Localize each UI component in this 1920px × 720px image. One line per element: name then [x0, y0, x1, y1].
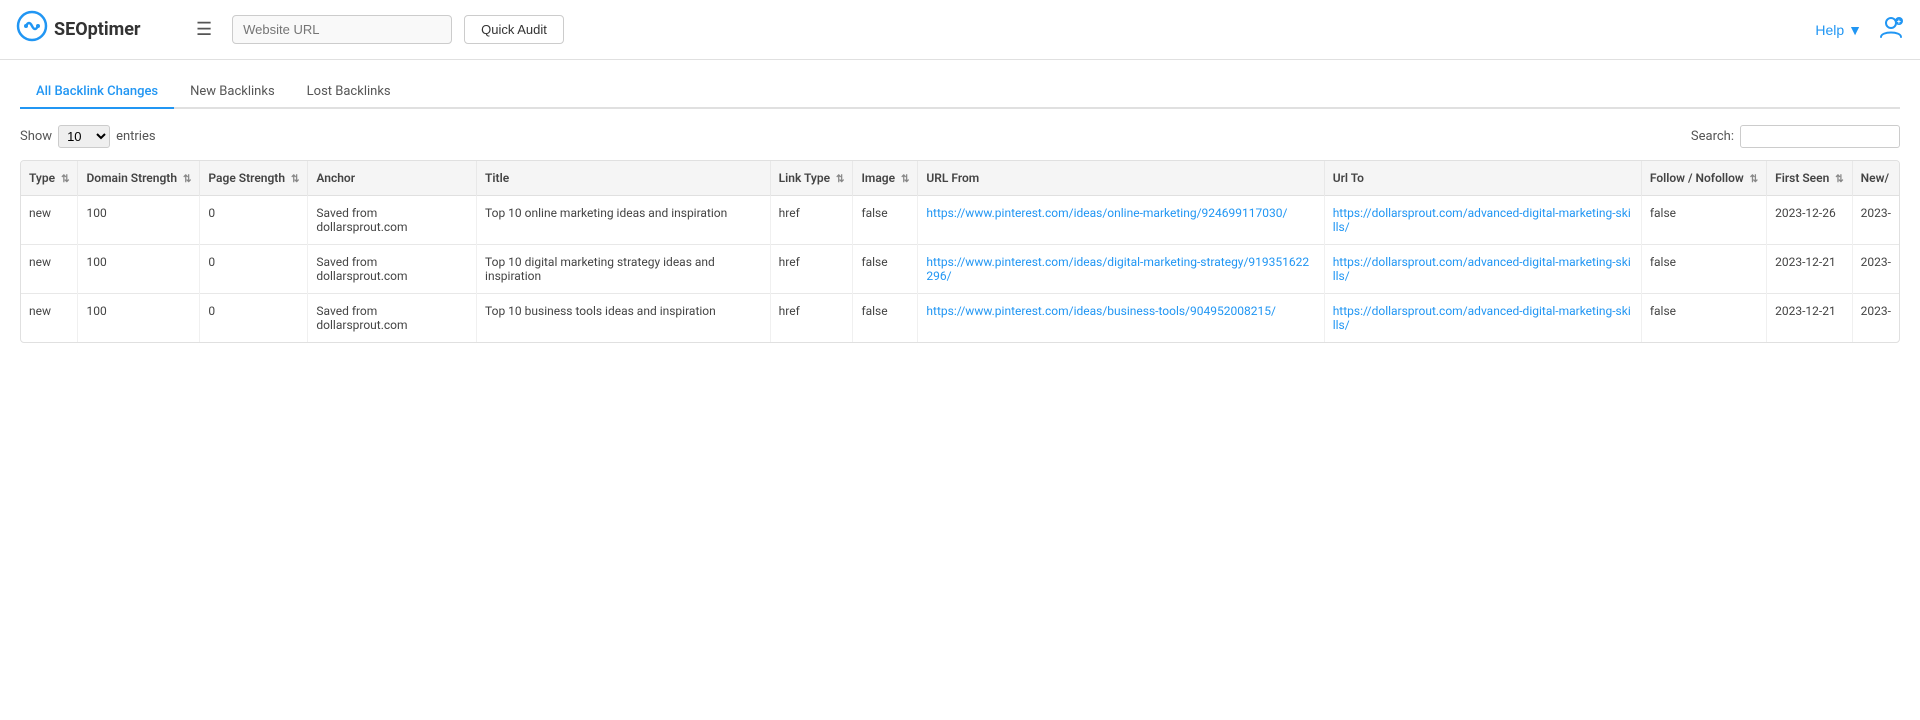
cell-domain-strength: 100 — [78, 294, 200, 343]
cell-title: Top 10 business tools ideas and inspirat… — [477, 294, 771, 343]
cell-link-type: href — [770, 196, 853, 245]
table-row: new1000Saved from dollarsprout.comTop 10… — [21, 196, 1899, 245]
cell-page-strength: 0 — [200, 196, 308, 245]
sort-icon-image: ⇅ — [901, 174, 909, 185]
entries-select[interactable]: 10 25 50 100 — [58, 125, 110, 148]
header-right: Help ▼ + — [1815, 14, 1904, 46]
col-anchor: Anchor — [308, 161, 477, 196]
show-entries-control: Show 10 25 50 100 entries — [20, 125, 156, 148]
entries-label: entries — [116, 129, 156, 144]
col-type[interactable]: Type ⇅ — [21, 161, 78, 196]
sort-icon-link-type: ⇅ — [836, 174, 844, 185]
cell-anchor: Saved from dollarsprout.com — [308, 196, 477, 245]
table-row: new1000Saved from dollarsprout.comTop 10… — [21, 245, 1899, 294]
search-input[interactable] — [1740, 125, 1900, 148]
cell-domain-strength: 100 — [78, 245, 200, 294]
cell-page-strength: 0 — [200, 294, 308, 343]
cell-anchor: Saved from dollarsprout.com — [308, 294, 477, 343]
cell-image: false — [853, 196, 918, 245]
cell-url-to[interactable]: https://dollarsprout.com/advanced-digita… — [1324, 294, 1641, 343]
col-link-type[interactable]: Link Type ⇅ — [770, 161, 853, 196]
cell-type: new — [21, 294, 78, 343]
col-url-to: Url To — [1324, 161, 1641, 196]
cell-type: new — [21, 196, 78, 245]
sort-icon-page: ⇅ — [291, 174, 299, 185]
tab-lost-backlinks[interactable]: Lost Backlinks — [291, 76, 407, 109]
cell-follow: false — [1641, 196, 1766, 245]
logo-text: SEOptimer — [54, 19, 141, 40]
cell-link-type: href — [770, 294, 853, 343]
cell-title: Top 10 digital marketing strategy ideas … — [477, 245, 771, 294]
show-label: Show — [20, 129, 52, 144]
tab-new-backlinks[interactable]: New Backlinks — [174, 76, 291, 109]
cell-url-from[interactable]: https://www.pinterest.com/ideas/online-m… — [918, 196, 1324, 245]
search-area: Search: — [1691, 125, 1900, 148]
table-header-row: Type ⇅ Domain Strength ⇅ Page Strength ⇅… — [21, 161, 1899, 196]
col-domain-strength[interactable]: Domain Strength ⇅ — [78, 161, 200, 196]
quick-audit-button[interactable]: Quick Audit — [464, 15, 564, 44]
search-label: Search: — [1691, 129, 1734, 144]
col-title: Title — [477, 161, 771, 196]
cell-domain-strength: 100 — [78, 196, 200, 245]
cell-type: new — [21, 245, 78, 294]
col-first-seen[interactable]: First Seen ⇅ — [1767, 161, 1853, 196]
cell-follow: false — [1641, 294, 1766, 343]
cell-first-seen: 2023-12-26 — [1767, 196, 1853, 245]
cell-url-from[interactable]: https://www.pinterest.com/ideas/digital-… — [918, 245, 1324, 294]
help-label: Help — [1815, 22, 1844, 38]
main-content: All Backlink Changes New Backlinks Lost … — [0, 60, 1920, 359]
col-follow[interactable]: Follow / Nofollow ⇅ — [1641, 161, 1766, 196]
cell-image: false — [853, 245, 918, 294]
sort-icon-type: ⇅ — [61, 174, 69, 185]
cell-url-to[interactable]: https://dollarsprout.com/advanced-digita… — [1324, 245, 1641, 294]
cell-follow: false — [1641, 245, 1766, 294]
hamburger-button[interactable]: ☰ — [188, 15, 220, 44]
table-row: new1000Saved from dollarsprout.comTop 10… — [21, 294, 1899, 343]
help-button[interactable]: Help ▼ — [1815, 22, 1862, 38]
cell-first-seen: 2023-12-21 — [1767, 245, 1853, 294]
cell-url-to[interactable]: https://dollarsprout.com/advanced-digita… — [1324, 196, 1641, 245]
cell-link-type: href — [770, 245, 853, 294]
controls-row: Show 10 25 50 100 entries Search: — [20, 125, 1900, 148]
col-image[interactable]: Image ⇅ — [853, 161, 918, 196]
svg-text:+: + — [1897, 18, 1901, 26]
sort-icon-first-seen: ⇅ — [1835, 174, 1843, 185]
cell-new: 2023- — [1852, 196, 1899, 245]
sort-icon-follow: ⇅ — [1750, 174, 1758, 185]
cell-image: false — [853, 294, 918, 343]
header: SEOptimer ☰ Quick Audit Help ▼ + — [0, 0, 1920, 60]
website-url-input[interactable] — [232, 15, 452, 44]
cell-anchor: Saved from dollarsprout.com — [308, 245, 477, 294]
tab-all-backlink-changes[interactable]: All Backlink Changes — [20, 76, 174, 109]
cell-url-from[interactable]: https://www.pinterest.com/ideas/business… — [918, 294, 1324, 343]
cell-new: 2023- — [1852, 245, 1899, 294]
backlinks-table: Type ⇅ Domain Strength ⇅ Page Strength ⇅… — [21, 161, 1899, 342]
cell-new: 2023- — [1852, 294, 1899, 343]
col-page-strength[interactable]: Page Strength ⇅ — [200, 161, 308, 196]
backlinks-table-wrapper: Type ⇅ Domain Strength ⇅ Page Strength ⇅… — [20, 160, 1900, 343]
user-icon[interactable]: + — [1878, 14, 1904, 46]
col-url-from: URL From — [918, 161, 1324, 196]
cell-first-seen: 2023-12-21 — [1767, 294, 1853, 343]
cell-page-strength: 0 — [200, 245, 308, 294]
sort-icon-domain: ⇅ — [183, 174, 191, 185]
seoptimer-logo-icon — [16, 10, 48, 49]
logo-area: SEOptimer — [16, 10, 176, 49]
tabs-bar: All Backlink Changes New Backlinks Lost … — [20, 76, 1900, 109]
col-new: New/ — [1852, 161, 1899, 196]
cell-title: Top 10 online marketing ideas and inspir… — [477, 196, 771, 245]
help-dropdown-icon: ▼ — [1848, 22, 1862, 38]
